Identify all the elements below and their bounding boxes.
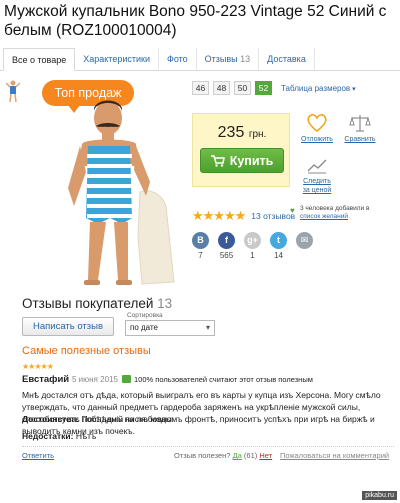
- share-twitter[interactable]: t 14: [270, 232, 287, 261]
- tab-label: Все о товаре: [12, 55, 67, 65]
- vote-yes-link[interactable]: Да: [233, 451, 242, 460]
- wishlist-label: Отложить: [301, 136, 333, 143]
- share-vk[interactable]: В7: [192, 232, 209, 261]
- buy-button-label: Купить: [229, 153, 274, 168]
- sort-value: по дате: [130, 323, 158, 332]
- disadvantages-label: Недостатки:: [22, 431, 74, 441]
- vote-yes-count: (61): [243, 451, 258, 460]
- share-count: 1: [250, 251, 255, 260]
- size-option-52[interactable]: 52: [255, 81, 272, 95]
- tab-label: Фото: [166, 54, 188, 64]
- size-option-46[interactable]: 46: [192, 81, 209, 95]
- product-tabs: Все о товаре Характеристики Фото Отзывы …: [0, 48, 400, 71]
- product-rating: ★★★★★ 13 отзывов: [192, 208, 295, 224]
- reviews-heading: Отзывы покупателей 13: [22, 296, 172, 311]
- share-count: 565: [219, 251, 234, 260]
- review-date: 5 июня 2015: [72, 375, 118, 384]
- watermark: pikabu.ru: [362, 491, 397, 500]
- share-google-plus[interactable]: g+ 1: [244, 232, 261, 261]
- answer-link[interactable]: Ответить: [22, 451, 54, 460]
- share-email[interactable]: ✉: [296, 232, 313, 261]
- rating-stars-icon: ★★★★★: [192, 208, 246, 223]
- sort-select[interactable]: по дате: [125, 320, 215, 336]
- buy-button[interactable]: Купить: [200, 148, 284, 173]
- sort-label: Сортировка: [127, 312, 163, 319]
- tab-photo[interactable]: Фото: [159, 48, 197, 71]
- useful-question-text: Отзыв полезен?: [174, 451, 231, 460]
- tab-characteristics[interactable]: Характеристики: [75, 48, 159, 71]
- price-track-label: Следить за ценой: [302, 178, 332, 194]
- advantages-label: Достоинства:: [22, 414, 80, 424]
- write-review-button[interactable]: Написать отзыв: [22, 317, 114, 336]
- price-track-action[interactable]: Следить за ценой: [300, 157, 334, 195]
- review-author: Евстафий: [22, 374, 70, 385]
- wishlist-note: ♥ 3 человека добавили в список желаний: [290, 205, 400, 221]
- size-option-50[interactable]: 50: [234, 81, 251, 95]
- review-advantages: Достоинства: Послѣдній пискъ моды: [22, 414, 172, 424]
- facebook-icon: f: [218, 232, 235, 249]
- divider: [22, 446, 394, 447]
- tab-reviews[interactable]: Отзывы 13: [197, 48, 260, 71]
- twitter-icon: t: [270, 232, 287, 249]
- email-icon: ✉: [296, 232, 313, 249]
- cart-icon: [210, 154, 225, 167]
- share-facebook[interactable]: f 565: [218, 232, 235, 261]
- share-count: [296, 251, 313, 261]
- reviews-title: Отзывы покупателей: [22, 296, 154, 311]
- product-title: Мужской купальник Bono 950-223 Vintage 5…: [4, 3, 387, 39]
- compare-action[interactable]: Сравнить: [343, 113, 377, 144]
- scales-icon: [349, 115, 371, 132]
- wishlist-link[interactable]: список желаний: [300, 213, 348, 220]
- heart-icon: [307, 114, 327, 133]
- tab-all-about[interactable]: Все о товаре: [3, 48, 76, 71]
- useful-question: Отзыв полезен? Да (61) Нет: [174, 451, 272, 460]
- disadvantages-value: Нѣтъ: [75, 431, 97, 441]
- review-usefulness: 100% пользователей считают этот отзыв по…: [134, 375, 313, 384]
- social-share: В7 f 565 g+ 1 t 14 ✉: [192, 232, 322, 261]
- price-chart-icon: [307, 159, 327, 174]
- price-box: 235 грн. Купить: [192, 113, 290, 187]
- wishlist-action[interactable]: Отложить: [300, 113, 334, 144]
- tab-delivery[interactable]: Доставка: [259, 48, 315, 71]
- review-stars-icon: ★★★★★: [22, 362, 54, 371]
- small-heart-icon: ♥: [290, 206, 295, 215]
- price-value: 235: [217, 124, 245, 141]
- review-text: Мнѣ достался отъ дѣда, который выигралъ …: [22, 390, 381, 436]
- product-image[interactable]: [54, 96, 184, 288]
- wishlist-note-text: 3 человека добавили в: [300, 205, 370, 212]
- compare-label: Сравнить: [344, 136, 376, 143]
- complain-link[interactable]: Пожаловаться на комментарий: [280, 451, 389, 460]
- share-count: 14: [274, 251, 283, 260]
- share-count: 7: [198, 251, 203, 260]
- mascot-icon: [6, 80, 20, 102]
- size-option-48[interactable]: 48: [213, 81, 230, 95]
- reviews-count-link[interactable]: 13 отзывов: [251, 211, 295, 221]
- reviews-count: 13: [157, 296, 173, 311]
- advantages-value: Послѣдній пискъ моды: [81, 414, 172, 424]
- review-disadvantages: Недостатки: Нѣтъ: [22, 431, 96, 441]
- thumbs-up-icon: [122, 375, 131, 383]
- size-table-link[interactable]: Таблица размеров: [281, 84, 356, 93]
- tab-label: Доставка: [267, 54, 306, 64]
- tab-count: 13: [240, 54, 251, 64]
- google-plus-icon: g+: [244, 232, 261, 249]
- vote-no-link[interactable]: Нет: [259, 451, 272, 460]
- price: 235 грн.: [193, 124, 291, 142]
- vk-icon: В: [192, 232, 209, 249]
- tab-label: Характеристики: [83, 54, 150, 64]
- size-selector: 46 48 50 52 Таблица размеров: [192, 81, 356, 95]
- tab-label: Отзывы: [204, 54, 238, 64]
- price-currency: грн.: [248, 129, 267, 140]
- useful-reviews-heading: Самые полезные отзывы: [22, 345, 151, 357]
